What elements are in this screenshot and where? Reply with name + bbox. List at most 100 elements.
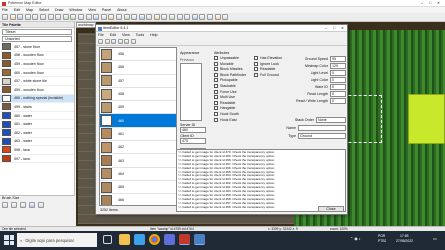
dialog-menu-file[interactable]: File (98, 33, 104, 37)
browser-icon[interactable] (134, 234, 145, 245)
copy-icon[interactable] (47, 14, 54, 20)
brush-tool-icon[interactable] (108, 14, 115, 20)
dialog-minimize-icon[interactable]: – (325, 25, 327, 32)
item-list-row[interactable]: 461 (100, 128, 176, 142)
notification-icon[interactable]: ▭ (433, 236, 437, 241)
attribute-checkbox[interactable]: Unpassable (214, 56, 239, 60)
stack-order-dropdown[interactable]: None (316, 117, 346, 123)
tileset-dropdown[interactable]: Unsorted (2, 36, 72, 42)
taskbar-search[interactable]: ⌕ Digite aqui para pesquisar (17, 233, 97, 247)
palette-item[interactable]: 457 - stone floor (0, 43, 74, 52)
task-view-icon[interactable] (103, 235, 112, 244)
brush-medium-icon[interactable] (11, 202, 18, 208)
numeric-attribute-field[interactable]: 0 (330, 84, 346, 90)
numeric-attribute-field[interactable]: 0 (330, 91, 346, 97)
item-list-row[interactable]: 464 (100, 168, 176, 181)
palette-item[interactable]: 499 - stairs (0, 103, 74, 112)
palette-item[interactable]: 597 - lava (0, 155, 74, 164)
cut-icon[interactable] (39, 14, 46, 20)
item-list[interactable]: 456 456 457 458 459 460 461 462 463 464 465 466 (99, 47, 177, 206)
brush-circle-icon[interactable] (38, 202, 45, 208)
attribute-checkbox[interactable]: Movable (214, 61, 234, 66)
dialog-save-icon[interactable] (111, 39, 117, 44)
name-field[interactable] (298, 125, 346, 131)
checkbox-square[interactable] (214, 67, 218, 72)
attribute-checkbox[interactable]: Hook South (214, 112, 239, 116)
zone-icon[interactable] (169, 14, 176, 20)
attribute-checkbox[interactable]: Ignore Look (254, 61, 279, 66)
creature-icon[interactable] (153, 14, 160, 20)
settings-icon[interactable] (222, 14, 229, 20)
brush-large-icon[interactable] (20, 202, 27, 208)
tray-layout[interactable]: PTB2 (378, 239, 386, 243)
checkbox-square[interactable] (254, 72, 258, 77)
item-list-row[interactable]: 465 (100, 181, 176, 195)
checkbox-square[interactable] (214, 117, 218, 122)
pz-icon[interactable] (176, 14, 183, 20)
attribute-checkbox[interactable]: Block Pathfinder (214, 72, 246, 77)
dialog-menu-tools[interactable]: Tools (136, 33, 144, 37)
palette-item[interactable]: 598 - lava (0, 146, 74, 155)
palette-item[interactable]: 463 - water (0, 137, 74, 147)
numeric-attribute-field[interactable]: 0 (330, 77, 346, 83)
checkbox-square[interactable] (214, 89, 218, 94)
item-list-row[interactable]: 456 (100, 61, 176, 75)
npc-icon[interactable] (161, 14, 168, 20)
type-dropdown[interactable]: Ground (298, 133, 346, 139)
minimize-icon[interactable]: – (421, 0, 423, 7)
server-id-field[interactable]: 460 (180, 127, 206, 133)
file-explorer-icon[interactable] (119, 234, 130, 245)
redo-icon[interactable] (32, 14, 39, 20)
paste-icon[interactable] (55, 14, 62, 20)
attribute-checkbox[interactable]: Stackable (214, 84, 236, 88)
zoom-in-icon[interactable] (62, 14, 69, 20)
pvp-icon[interactable] (199, 14, 206, 20)
store-icon[interactable] (164, 234, 175, 245)
attribute-checkbox[interactable]: Force Use (214, 89, 237, 94)
tray-time[interactable]: 17:55 (400, 234, 409, 238)
open-folder-icon[interactable] (9, 14, 16, 20)
map-tab[interactable]: worldmap (76, 22, 96, 28)
chrome-icon[interactable] (149, 234, 160, 245)
checkbox-square[interactable] (214, 56, 218, 60)
attribute-checkbox[interactable]: Hook East (214, 117, 237, 122)
palette-item[interactable]: 462 - water (0, 129, 74, 138)
attribute-checkbox[interactable]: Readable (214, 100, 235, 105)
item-list-row[interactable]: 457 (100, 75, 176, 88)
tray-icons[interactable]: ⌃ ◉ ♪ (350, 236, 361, 241)
dialog-open-icon[interactable] (104, 39, 110, 44)
numeric-attribute-field[interactable]: 0 (330, 98, 346, 104)
numeric-attribute-field[interactable]: 129 (330, 63, 346, 69)
palette-item[interactable]: 457 - white stone tile (0, 77, 74, 86)
dialog-close-icon[interactable]: ✕ (341, 25, 344, 32)
attribute-checkbox[interactable]: Readable (254, 67, 275, 72)
dialog-menu-view[interactable]: View (122, 33, 130, 37)
client-id-field[interactable]: 470 (180, 138, 206, 144)
checkbox-square[interactable] (214, 72, 218, 77)
attribute-checkbox[interactable]: Hangable (214, 106, 235, 111)
tray-language[interactable]: POR (378, 234, 385, 238)
item-list-row[interactable]: 458 (100, 88, 176, 102)
brush-small-icon[interactable] (2, 202, 8, 208)
new-file-icon[interactable] (2, 14, 8, 20)
dialog-find-icon[interactable] (130, 39, 136, 44)
floor-up-icon[interactable] (77, 14, 84, 20)
palette-item[interactable]: 460 - nothing special (invisible) (0, 94, 74, 104)
refresh-icon[interactable] (207, 14, 214, 20)
dialog-save-as-icon[interactable] (117, 39, 123, 44)
checkbox-square[interactable] (254, 67, 258, 72)
checkbox-square[interactable] (214, 106, 218, 111)
fill-tool-icon[interactable] (115, 14, 122, 20)
waypoint-icon[interactable] (146, 14, 153, 20)
palette-item[interactable]: 460 - wooden floor (0, 69, 74, 78)
tray-date[interactable]: 27/05/2022 (396, 239, 413, 243)
lighting-icon[interactable] (123, 14, 130, 20)
numeric-attribute-field[interactable]: 0 (330, 70, 346, 76)
checkbox-square[interactable] (214, 112, 218, 116)
item-list-row[interactable]: 459 (100, 101, 176, 115)
item-list-row[interactable]: 462 (100, 141, 176, 155)
attribute-checkbox[interactable]: Pickupable (214, 78, 238, 83)
undo-icon[interactable] (24, 14, 31, 20)
item-list-row[interactable]: 463 (100, 154, 176, 168)
grid-toggle-icon[interactable] (93, 14, 100, 20)
